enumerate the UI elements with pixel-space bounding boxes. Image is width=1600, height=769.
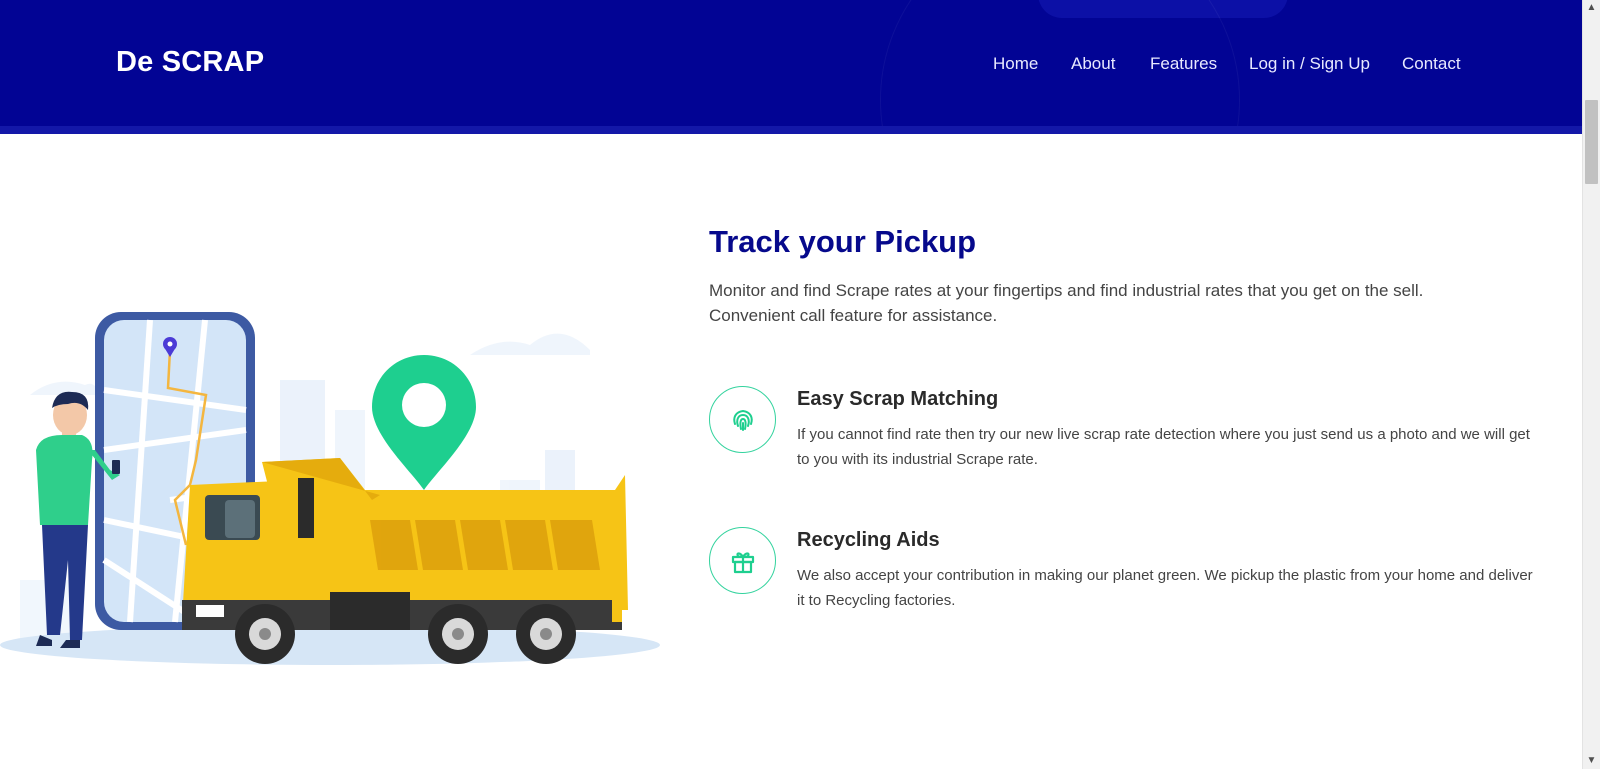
feature-title: Recycling Aids	[797, 529, 940, 551]
gift-icon	[709, 527, 776, 594]
nav-link-about[interactable]: About	[1071, 54, 1115, 74]
location-pin-icon	[372, 355, 476, 490]
feature-text: If you cannot find rate then try our new…	[797, 426, 1530, 468]
scroll-up-arrow-icon[interactable]: ▲	[1583, 0, 1600, 16]
section-title: Track your Pickup	[709, 224, 977, 259]
feature-text: We also accept your contribution in maki…	[797, 567, 1533, 609]
nav-link-features[interactable]: Features	[1150, 54, 1217, 74]
section-description: Monitor and find Scrape rates at your fi…	[709, 281, 1424, 325]
scroll-down-arrow-icon[interactable]: ▼	[1583, 753, 1600, 769]
site-header: De SCRAP Home About Features Log in / Si…	[0, 0, 1582, 134]
vertical-scrollbar[interactable]: ▲ ▼	[1582, 0, 1600, 769]
nav-link-login-signup[interactable]: Log in / Sign Up	[1249, 54, 1370, 74]
header-bottom-strip	[0, 126, 1582, 134]
nav-link-contact[interactable]: Contact	[1402, 54, 1461, 74]
pickup-tracking-illustration	[0, 312, 660, 665]
feature-title: Easy Scrap Matching	[797, 388, 999, 410]
scroll-thumb[interactable]	[1585, 100, 1598, 184]
site-logo[interactable]: De SCRAP	[116, 46, 264, 79]
fingerprint-icon	[709, 386, 776, 453]
nav-link-home[interactable]: Home	[993, 54, 1038, 74]
